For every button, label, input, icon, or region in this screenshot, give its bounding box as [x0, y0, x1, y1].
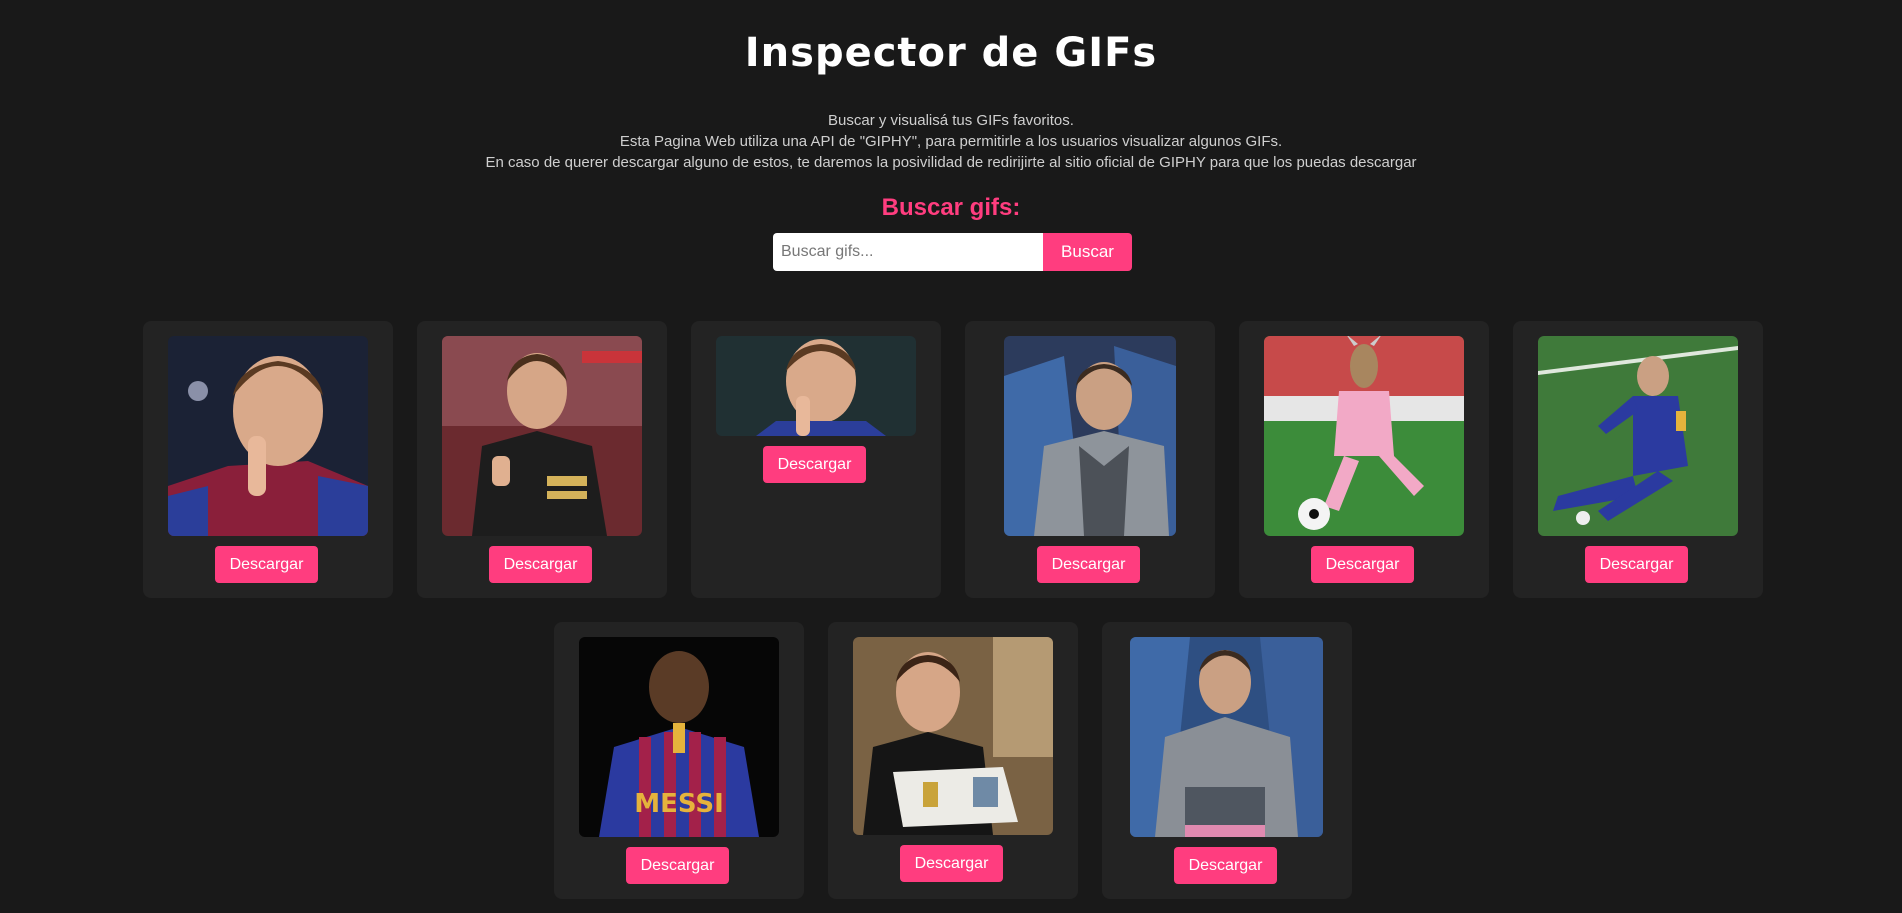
svg-text:MESSI: MESSI	[634, 789, 724, 819]
gif-card: Descargar	[691, 321, 941, 598]
description-line: En caso de querer descargar alguno de es…	[485, 154, 1417, 171]
search-form: Buscar	[773, 233, 1132, 271]
download-button[interactable]: Descargar	[763, 446, 866, 483]
page: Inspector de GIFs Buscar y visualisá tus…	[0, 0, 1902, 913]
search-button[interactable]: Buscar	[1043, 233, 1132, 271]
gif-image[interactable]	[1264, 336, 1464, 536]
download-button[interactable]: Descargar	[1174, 847, 1277, 884]
gif-card: MESSI Descargar	[554, 622, 804, 899]
description-line: Esta Pagina Web utiliza una API de "GIPH…	[619, 133, 1283, 150]
gif-image[interactable]	[716, 336, 916, 436]
gif-image[interactable]: MESSI	[579, 637, 779, 837]
download-button[interactable]: Descargar	[626, 847, 729, 884]
gif-image[interactable]	[1538, 336, 1738, 536]
download-button[interactable]: Descargar	[900, 845, 1003, 882]
download-button[interactable]: Descargar	[1585, 546, 1688, 583]
gif-card: Descargar	[965, 321, 1215, 598]
download-button[interactable]: Descargar	[1311, 546, 1414, 583]
gif-image[interactable]	[1130, 637, 1323, 837]
search-label: Buscar gifs:	[881, 194, 1021, 221]
gif-image[interactable]	[1004, 336, 1176, 536]
download-button[interactable]: Descargar	[1037, 546, 1140, 583]
gif-image[interactable]	[168, 336, 368, 536]
gif-card: Descargar	[1239, 321, 1489, 598]
gif-card: Descargar	[1513, 321, 1763, 598]
gif-card: Descargar	[828, 622, 1078, 899]
download-button[interactable]: Descargar	[215, 546, 318, 583]
search-input[interactable]	[773, 233, 1043, 271]
page-description: Buscar y visualisá tus GIFs favoritos. E…	[0, 110, 1902, 173]
page-title: Inspector de GIFs	[744, 30, 1158, 76]
gif-card: Descargar	[143, 321, 393, 598]
gif-image[interactable]	[442, 336, 642, 536]
download-button[interactable]: Descargar	[489, 546, 592, 583]
gif-card: Descargar	[1102, 622, 1352, 899]
gif-card: Descargar	[417, 321, 667, 598]
description-line: Buscar y visualisá tus GIFs favoritos.	[828, 112, 1074, 129]
gif-image[interactable]	[853, 637, 1053, 835]
